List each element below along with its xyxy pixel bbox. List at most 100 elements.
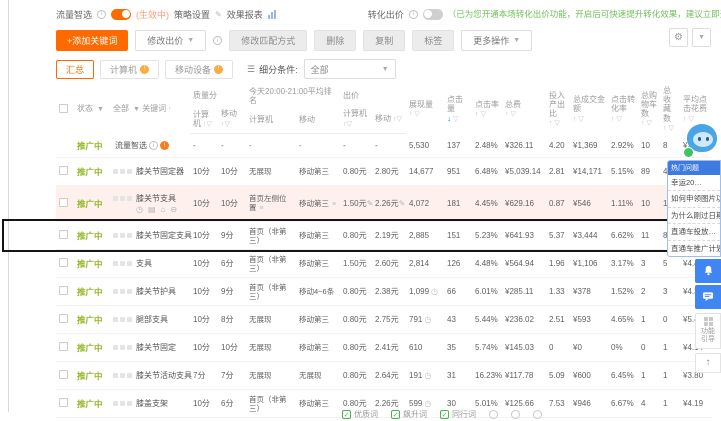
info-icon[interactable]: i [213,36,223,45]
mascot-icon[interactable] [683,124,717,158]
row-checkbox[interactable] [59,258,68,268]
row-checkbox[interactable] [59,166,68,176]
filter-funnel-icon[interactable]: ▽ [479,111,485,118]
metric-header-3[interactable]: 点击率 ↑ ▽ [472,85,502,134]
filter-funnel-icon[interactable]: ▽ [615,116,621,123]
sub-header-pc[interactable]: 计算机 [246,107,296,135]
keyword-cell[interactable]: 膝关节固定 [110,333,190,363]
metric-header-4[interactable]: 总费 ↑ ▽ [502,85,546,134]
keyword-action-icon[interactable]: ⌂ [161,205,166,214]
status-column-header[interactable]: 状态 ▼ [74,85,110,134]
metric-label: 展现量 [409,99,434,109]
collapse-chevron-icon[interactable]: ▼ [692,28,711,47]
segment-filter-select[interactable]: 全部 ▼ [303,59,396,79]
filter-funnel-icon[interactable]: ▽ [577,116,583,123]
keyword-cell[interactable]: 膝关节固定器 [110,157,190,187]
roi-cell: 0.87 [546,185,571,223]
keyword-cell[interactable]: 膝关节固定支具 [110,221,192,251]
help-link[interactable]: 幸运20… [668,175,720,192]
keyword-action-icon[interactable]: ⊖ [170,205,177,214]
row-checkbox[interactable] [59,286,68,296]
strategy-settings-link[interactable]: 策略设置 [174,8,210,21]
delete-button[interactable]: 删除 [314,30,357,51]
filter-funnel-icon[interactable]: ▽ [225,121,230,128]
cell-value: 1.50元 [343,259,367,269]
keyword-cell[interactable]: 膝盖支架 [110,389,190,419]
keyword-action-icon[interactable]: ▤ [148,205,156,214]
sub-header-mobile[interactable]: 移动 ↑▽ [218,107,246,135]
edit-bid-pencil-icon[interactable]: ✎ [367,199,374,208]
rank-assist-icon[interactable]: ≡ [330,201,336,208]
sub-header-pc[interactable]: 计算机 ↑▽ [190,107,218,135]
conversion-bid-toggle[interactable] [422,8,443,20]
settings-gear-icon[interactable]: ⚙ [669,28,688,47]
more-actions-dropdown[interactable]: 更多操作 ▼ [461,30,533,51]
tab-pc[interactable]: 计算机! [100,59,160,79]
row-checkbox[interactable] [59,398,68,408]
edit-bid-pencil-icon[interactable]: ✎ [399,199,406,208]
copy-button[interactable]: 复制 [363,30,406,51]
metric-header-8[interactable]: 总购物车数 ↑ ▽ [638,85,660,134]
rank-assist-icon[interactable]: ≡ [258,205,263,212]
row-checkbox[interactable] [59,342,68,352]
select-all-checkbox[interactable] [59,103,68,113]
info-icon[interactable]: i [97,9,107,19]
info-icon[interactable]: i [149,141,158,151]
metric-header-5[interactable]: 投入产出比 ↑ ▽ [546,85,570,134]
pencil-icon[interactable]: ✎ [215,10,222,19]
filter-funnel-icon[interactable]: ▽ [667,125,673,132]
filter-funnel-icon[interactable]: ▽ [451,116,458,123]
keyword-cell[interactable]: 腿部支具 [110,305,190,335]
filter-funnel-icon[interactable]: ▽ [553,120,559,127]
total-cost-cell: ¥236.02 [502,305,547,335]
sub-header-pc[interactable]: 计算机 ↑▽ [340,107,373,135]
modify-match-button[interactable]: 修改匹配方式 [229,30,308,51]
tab-summary[interactable]: 汇总 [56,59,95,79]
quality-pc-cell: 10分 [190,185,218,223]
chat-button[interactable] [695,284,721,309]
row-checkbox[interactable] [59,370,68,380]
metric-header-6[interactable]: 总成交金额 ↑ ▽ [570,85,608,134]
keyword-mini-icon [120,233,125,239]
metric-header-7[interactable]: 点击转化率 ↑ ▽ [608,85,638,134]
help-link[interactable]: 如何申领图片功能… [668,191,720,208]
keyword-cell[interactable]: 膝关节活动支具 [110,361,192,391]
help-link[interactable]: 为什么刚过日期… [668,208,720,225]
info-icon[interactable]: i [408,9,418,19]
sub-header-mobile[interactable]: 移动 ↑▽ [372,107,407,135]
row-checkbox[interactable] [59,230,68,240]
tab-mobile[interactable]: 移动设备! [165,59,234,79]
keyword-action-icon[interactable]: ◷ [136,205,143,214]
keyword-cell[interactable]: 膝关节支具 ◷ ▤ ⌂ ⊖ [110,185,190,223]
filter-funnel-icon[interactable]: ▽ [347,121,352,128]
filter-funnel-icon[interactable]: ▽ [509,111,515,118]
filter-funnel-icon[interactable]: ▽ [645,120,651,127]
page-edge-divider [8,0,9,412]
effect-report-link[interactable]: 效果报表 [227,8,263,21]
keyword-column-header[interactable]: 全部 ▼ 关键词 ↑ [110,85,190,134]
metric-header-1[interactable]: 展现量 ↑ ▽ [406,85,444,134]
bar-chart-icon[interactable] [267,9,276,19]
filter-funnel-icon[interactable]: ▽ [396,116,401,123]
metric-header-2[interactable]: 点击量 ↓ ▽ [444,85,472,134]
notification-bell-button[interactable] [695,258,721,283]
keyword-cell[interactable]: 支具 [110,249,190,279]
flow-smart-select-toggle[interactable] [111,8,132,20]
row-checkbox[interactable] [59,198,68,208]
tag-button[interactable]: 标签 [412,30,455,51]
help-link[interactable]: 直通车推广计划… [668,241,720,256]
filter-funnel-icon[interactable]: ▽ [687,116,693,123]
keyword-cell[interactable]: 膝关节护具 [110,277,190,307]
filter-funnel-icon[interactable]: ▽ [206,121,211,128]
modify-bid-dropdown[interactable]: 修改出价 ▼ [135,30,207,51]
gmv-cell: ¥378 [570,277,609,307]
help-link[interactable]: 直通车投放… [668,224,720,241]
feature-guide-button[interactable]: 功能引导 [695,312,721,349]
sub-header-mobile[interactable]: 移动 [296,107,341,135]
back-to-top-button[interactable]: ↑ [695,352,721,373]
filter-funnel-icon[interactable]: ▽ [413,111,419,118]
add-keyword-button[interactable]: +添加关键词 [56,30,129,51]
keyword-cell[interactable]: 流量智选 i! [110,133,190,159]
status-badge: 推广中 [77,198,103,209]
row-checkbox[interactable] [59,314,68,324]
